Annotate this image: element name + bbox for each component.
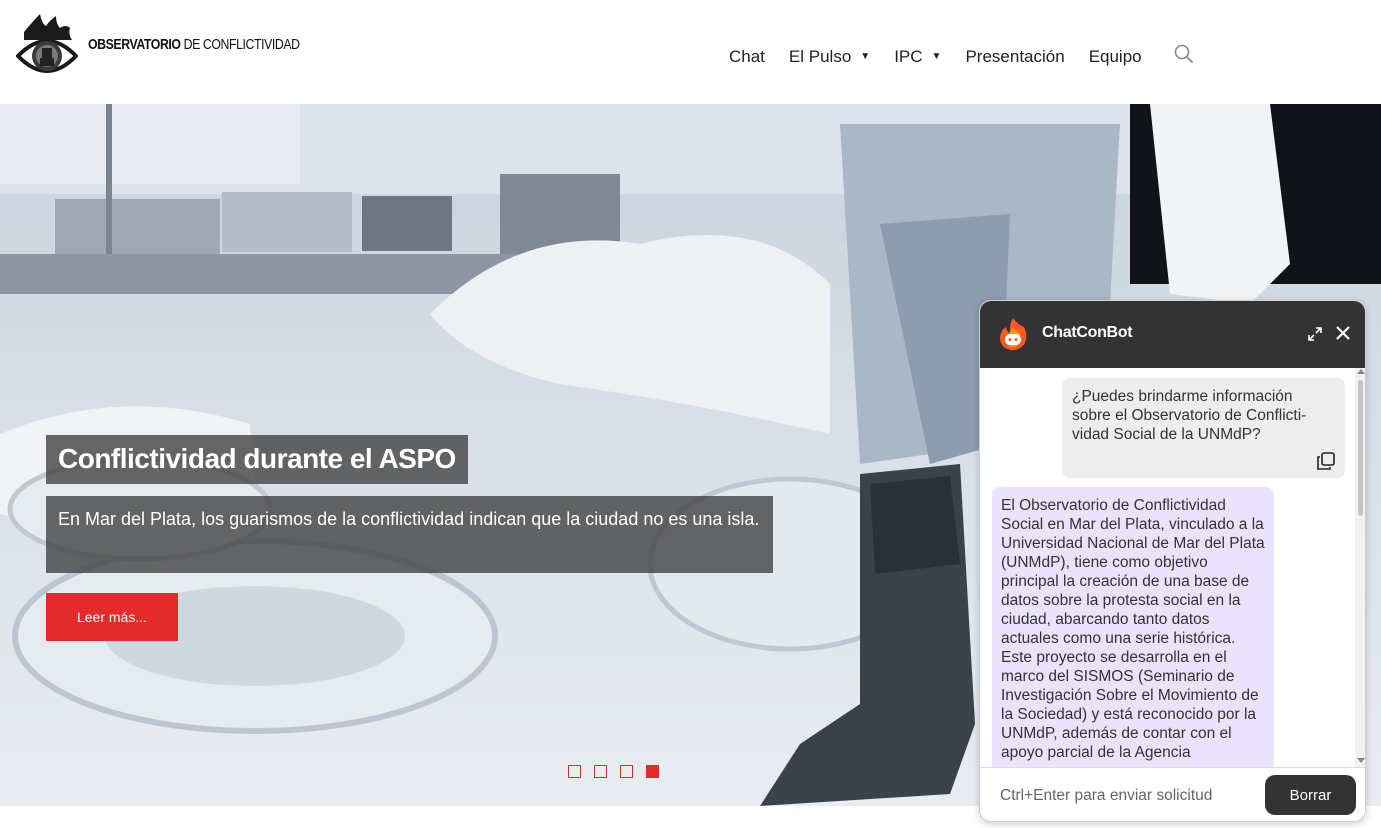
slide-title: Conflictividad durante el ASPO	[46, 435, 468, 484]
read-more-button[interactable]: Leer más...	[46, 593, 178, 641]
expand-icon[interactable]	[1307, 326, 1323, 347]
nav-item-label: IPC	[894, 46, 923, 66]
nav-item-label: Chat	[729, 46, 765, 66]
copy-icon[interactable]	[1316, 451, 1336, 476]
nav-item-label: El Pulso	[788, 46, 852, 66]
carousel-dot-active[interactable]	[646, 765, 659, 778]
site-header: OBSERVATORIO DE CONFLICTIVIDAD Chat El P…	[0, 0, 1381, 104]
site-logo[interactable]: OBSERVATORIO DE CONFLICTIVIDAD	[16, 12, 346, 76]
nav-item-presentacion[interactable]: Presentación	[965, 47, 1064, 67]
scroll-up-icon[interactable]	[1357, 369, 1365, 374]
carousel-dot[interactable]	[594, 765, 607, 778]
chat-widget: ChatConBot ¿Puedes brindarme información…	[979, 300, 1366, 822]
logo-text: OBSERVATORIO DE CONFLICTIVIDAD	[88, 35, 300, 53]
carousel-dot[interactable]	[620, 765, 633, 778]
chevron-down-icon: ▼	[931, 51, 942, 62]
bot-message: El Observatorio de Conflictividad Social…	[992, 487, 1274, 767]
slide-description: En Mar del Plata, los guarismos de la co…	[46, 496, 773, 573]
eye-logo-icon	[16, 14, 78, 73]
scroll-down-icon[interactable]	[1357, 758, 1365, 763]
chat-input[interactable]	[990, 778, 1250, 814]
flame-logo-icon	[998, 317, 1028, 356]
carousel-dot[interactable]	[568, 765, 581, 778]
nav-item-chat[interactable]: Chat	[729, 47, 765, 67]
chevron-down-icon: ▼	[860, 51, 871, 62]
user-message: ¿Puedes brindarme información sobre el O…	[1062, 378, 1345, 478]
nav-item-equipo[interactable]: Equipo	[1089, 47, 1142, 67]
scroll-thumb[interactable]	[1358, 380, 1363, 516]
chat-messages[interactable]: ¿Puedes brindarme información sobre el O…	[980, 368, 1365, 767]
carousel-indicators	[568, 765, 672, 778]
search-icon[interactable]	[1174, 44, 1194, 69]
close-icon[interactable]	[1335, 325, 1351, 346]
main-nav: Chat El Pulso ▼ IPC ▼ Presentación Equipo	[729, 44, 1194, 69]
chat-header: ChatConBot	[980, 301, 1365, 368]
nav-item-el-pulso[interactable]: El Pulso ▼	[789, 47, 870, 67]
clear-button[interactable]: Borrar	[1265, 775, 1356, 815]
user-message-text: ¿Puedes brindarme información sobre el O…	[1072, 388, 1307, 443]
chat-input-bar: Borrar	[980, 767, 1365, 821]
chat-title: ChatConBot	[1042, 324, 1133, 341]
nav-item-ipc[interactable]: IPC ▼	[894, 47, 941, 67]
nav-item-label: Equipo	[1088, 46, 1142, 66]
nav-item-label: Presentación	[965, 46, 1065, 66]
chat-scrollbar[interactable]	[1355, 368, 1365, 767]
